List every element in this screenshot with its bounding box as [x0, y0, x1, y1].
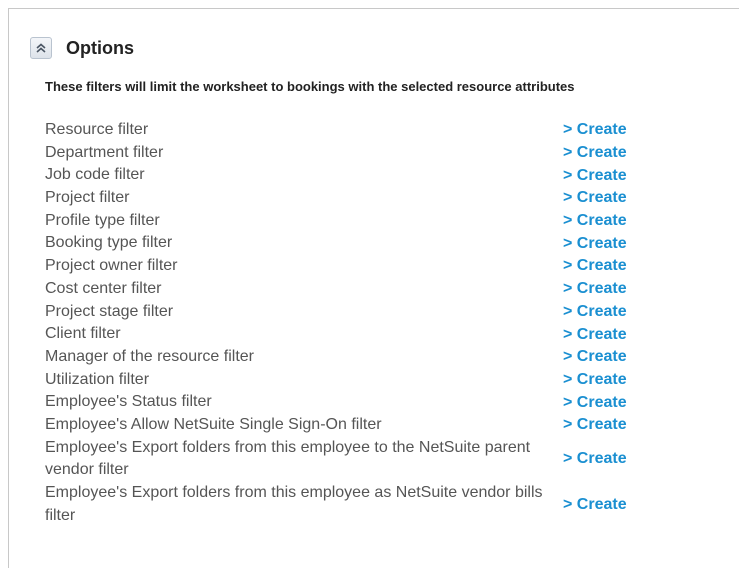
create-cost-center-filter-link[interactable]: > Create: [563, 280, 627, 298]
create-employee-export-vendor-bills-filter-link[interactable]: > Create: [563, 496, 627, 514]
filter-row: Utilization filter > Create: [45, 369, 665, 392]
filter-row: Booking type filter > Create: [45, 232, 665, 255]
filter-row: Project owner filter > Create: [45, 255, 665, 278]
filter-row: Employee's Allow NetSuite Single Sign-On…: [45, 414, 665, 437]
filter-label: Employee's Allow NetSuite Single Sign-On…: [45, 415, 382, 433]
filter-label: Project owner filter: [45, 257, 178, 275]
collapse-button[interactable]: [30, 37, 52, 59]
filter-label: Booking type filter: [45, 234, 173, 252]
filter-label: Employee's Export folders from this empl…: [45, 438, 531, 479]
filter-label: Client filter: [45, 325, 121, 343]
create-project-owner-filter-link[interactable]: > Create: [563, 257, 627, 275]
filter-label: Employee's Export folders from this empl…: [45, 484, 543, 524]
create-booking-type-filter-link[interactable]: > Create: [563, 235, 627, 253]
filter-label: Department filter: [45, 143, 164, 161]
create-client-filter-link[interactable]: > Create: [563, 326, 627, 344]
filter-label: Project stage filter: [45, 302, 174, 320]
filter-row: Employee's Export folders from this empl…: [45, 482, 665, 528]
filter-row: Manager of the resource filter > Create: [45, 346, 665, 369]
options-description: These filters will limit the worksheet t…: [45, 79, 575, 94]
create-utilization-filter-link[interactable]: > Create: [563, 371, 627, 389]
filter-row: Project filter > Create: [45, 187, 665, 210]
create-project-filter-link[interactable]: > Create: [563, 189, 627, 207]
filter-label: Resource filter: [45, 121, 149, 138]
filter-label: Employee's Status filter: [45, 393, 212, 411]
filter-row: Employee's Export folders from this empl…: [45, 437, 665, 483]
filter-row: Client filter > Create: [45, 323, 665, 346]
create-resource-filter-link[interactable]: > Create: [563, 121, 627, 139]
filter-label: Profile type filter: [45, 211, 160, 229]
filter-label: Project filter: [45, 189, 130, 207]
create-department-filter-link[interactable]: > Create: [563, 144, 627, 162]
filter-list: Resource filter > Create Department filt…: [45, 119, 665, 528]
create-manager-filter-link[interactable]: > Create: [563, 348, 627, 366]
options-header: Options: [30, 37, 134, 59]
filter-row: Profile type filter > Create: [45, 210, 665, 233]
create-profile-type-filter-link[interactable]: > Create: [563, 212, 627, 230]
filter-label: Manager of the resource filter: [45, 347, 254, 365]
filter-row: Resource filter > Create: [45, 119, 665, 142]
create-job-code-filter-link[interactable]: > Create: [563, 167, 627, 185]
filter-row: Job code filter > Create: [45, 164, 665, 187]
options-title: Options: [66, 38, 134, 58]
filter-label: Utilization filter: [45, 370, 150, 388]
filter-label: Cost center filter: [45, 279, 162, 297]
filter-row: Department filter > Create: [45, 142, 665, 165]
create-employee-sso-filter-link[interactable]: > Create: [563, 416, 627, 434]
filter-row: Project stage filter > Create: [45, 301, 665, 324]
create-employee-export-parent-vendor-filter-link[interactable]: > Create: [563, 450, 627, 468]
double-chevron-up-icon: [35, 42, 47, 54]
create-project-stage-filter-link[interactable]: > Create: [563, 303, 627, 321]
filter-row: Cost center filter > Create: [45, 278, 665, 301]
filter-row: Employee's Status filter > Create: [45, 391, 665, 414]
create-employee-status-filter-link[interactable]: > Create: [563, 394, 627, 412]
filter-label: Job code filter: [45, 166, 145, 184]
